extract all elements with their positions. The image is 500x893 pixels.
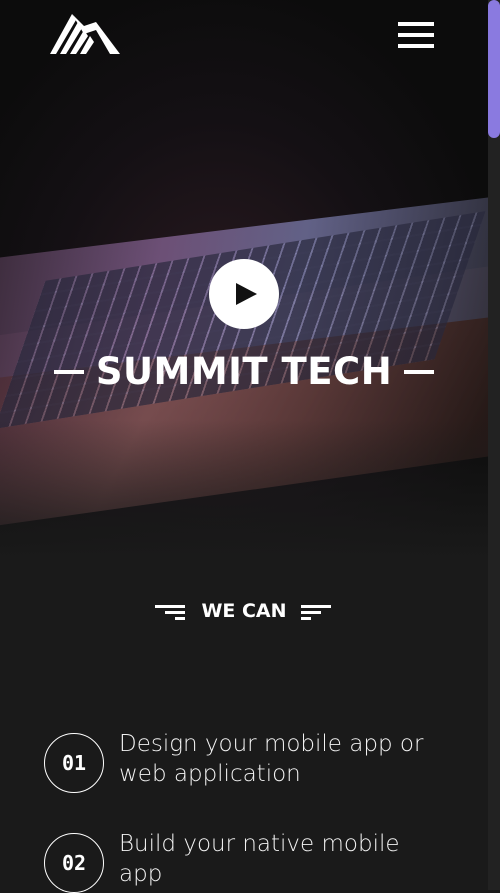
hamburger-menu-icon[interactable] (398, 22, 434, 48)
play-icon (236, 283, 257, 305)
item-number-badge: 02 (44, 833, 104, 893)
title-dash-right (404, 369, 435, 374)
hero-title-row: SUMMIT TECH (0, 350, 488, 393)
item-number-badge: 01 (44, 733, 104, 793)
lines-left-icon (155, 603, 187, 620)
mountain-logo-icon[interactable] (50, 12, 122, 56)
lines-right-icon (300, 603, 333, 620)
hero-title: SUMMIT TECH (95, 350, 393, 393)
section-heading: WE CAN (201, 600, 287, 622)
item-text: Design your mobile app or web applicatio… (119, 731, 424, 787)
scrollbar-thumb[interactable] (488, 0, 500, 138)
title-dash-left (53, 369, 84, 374)
section-heading-row: WE CAN (0, 600, 488, 626)
play-video-button[interactable] (209, 259, 279, 329)
item-text: Build your native mobile app (119, 831, 400, 887)
